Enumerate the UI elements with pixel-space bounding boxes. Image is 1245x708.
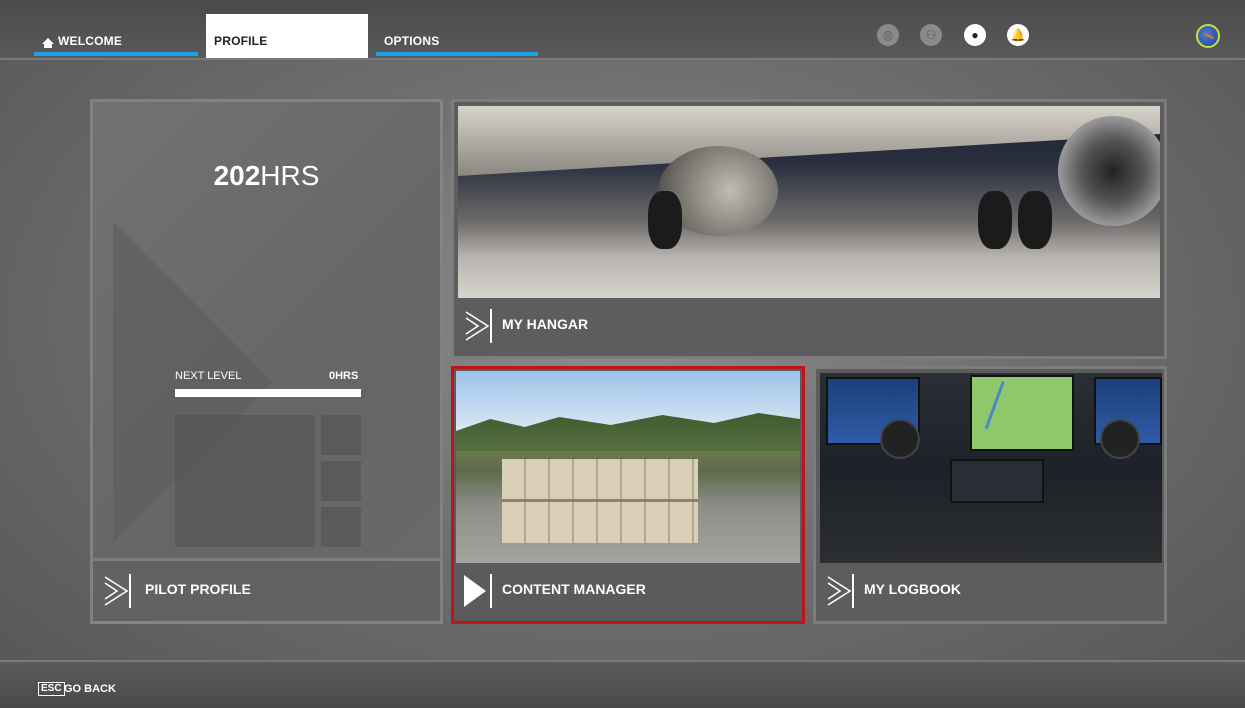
- flight-hours: 202HRS: [213, 160, 320, 191]
- tab-welcome-underline: [34, 52, 198, 56]
- avatar[interactable]: [1196, 24, 1220, 48]
- tab-options-label: OPTIONS: [384, 34, 440, 48]
- top-divider: [0, 58, 1245, 60]
- my-hangar-label: MY HANGAR: [502, 316, 589, 332]
- placeholder-block-small: [321, 415, 361, 455]
- logbook-image: [820, 373, 1162, 563]
- next-level-hours: 0HRS: [329, 370, 359, 382]
- placeholder-block-small: [321, 507, 361, 547]
- separator-bar: [852, 574, 854, 608]
- go-back-button[interactable]: GO BACK: [64, 683, 116, 695]
- tab-profile[interactable]: PROFILE: [206, 14, 368, 58]
- content-manager-card[interactable]: CONTENT MANAGER: [451, 366, 805, 624]
- tab-profile-label: PROFILE: [214, 34, 268, 48]
- content-manager-footer[interactable]: CONTENT MANAGER: [454, 561, 802, 621]
- notification-icon[interactable]: 🔔: [1007, 24, 1029, 46]
- tab-welcome-label: WELCOME: [58, 34, 123, 48]
- home-icon: [42, 38, 54, 48]
- user-icon[interactable]: ●: [964, 24, 986, 46]
- next-level-label: NEXT LEVEL: [175, 370, 242, 382]
- separator-bar: [490, 309, 492, 343]
- pilot-profile-footer[interactable]: PILOT PROFILE: [93, 558, 440, 621]
- tab-options-underline: [376, 52, 538, 56]
- my-hangar-card[interactable]: MY HANGAR: [451, 99, 1167, 359]
- esc-key-icon: ESC: [38, 682, 65, 696]
- arrow-right-icon: [464, 575, 486, 607]
- separator-bar: [129, 574, 131, 608]
- pilot-profile-label: PILOT PROFILE: [145, 581, 251, 597]
- top-navigation-bar: WELCOME PROFILE OPTIONS ◎ ⚇ ● 🔔: [0, 0, 1245, 60]
- content-manager-label: CONTENT MANAGER: [502, 581, 646, 597]
- my-logbook-footer[interactable]: MY LOGBOOK: [816, 561, 1164, 621]
- my-logbook-label: MY LOGBOOK: [864, 581, 961, 597]
- placeholder-block-large: [175, 415, 315, 547]
- my-logbook-card[interactable]: MY LOGBOOK: [813, 366, 1167, 624]
- separator-bar: [490, 574, 492, 608]
- next-level-progress-bar: [175, 389, 361, 397]
- my-hangar-footer[interactable]: MY HANGAR: [454, 296, 1164, 356]
- content-manager-image: [456, 371, 800, 563]
- tab-options[interactable]: OPTIONS: [376, 14, 538, 56]
- tab-welcome[interactable]: WELCOME: [34, 14, 198, 56]
- placeholder-block-small: [321, 461, 361, 501]
- friends-icon[interactable]: ⚇: [920, 24, 942, 46]
- activity-icon[interactable]: ◎: [877, 24, 899, 46]
- pilot-profile-panel[interactable]: 202HRS NEXT LEVEL 0HRS PILOT PROFILE: [90, 99, 443, 624]
- hangar-image: [458, 106, 1160, 298]
- bottom-bar: ESC GO BACK: [0, 660, 1245, 708]
